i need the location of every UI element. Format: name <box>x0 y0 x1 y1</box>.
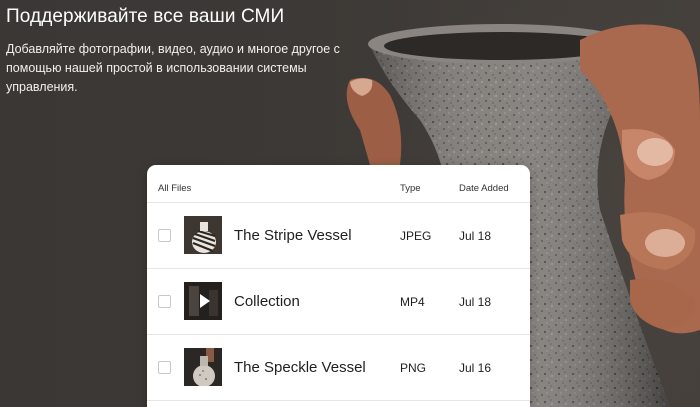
file-name[interactable]: The Speckle Vessel <box>234 359 366 376</box>
file-date: Jul 16 <box>459 361 492 375</box>
column-header-date[interactable]: Date Added <box>459 183 509 194</box>
file-name[interactable]: The Stripe Vessel <box>234 227 352 244</box>
striped-vase-thumbnail <box>184 216 222 254</box>
row-checkbox[interactable] <box>158 229 171 242</box>
file-type: PNG <box>400 361 427 375</box>
file-type: MP4 <box>400 295 425 309</box>
file-type: JPEG <box>400 229 432 243</box>
row-checkbox[interactable] <box>158 295 171 308</box>
column-header-type[interactable]: Type <box>400 183 421 194</box>
file-manager-card: All Files Type Date Added The Stripe Ves… <box>147 165 530 407</box>
video-thumbnail <box>184 282 222 320</box>
table-header: All Files Type Date Added <box>147 165 530 203</box>
column-header-name[interactable]: All Files <box>158 183 191 194</box>
table-row[interactable]: The Stripe Vessel JPEG Jul 18 <box>147 203 530 269</box>
page-description: Добавляйте фотографии, видео, аудио и мн… <box>6 42 340 94</box>
row-checkbox[interactable] <box>158 361 171 374</box>
page-title: Поддерживайте все ваши СМИ <box>6 6 285 27</box>
table-row[interactable]: The Speckle Vessel PNG Jul 16 <box>147 335 530 401</box>
table-row[interactable]: Collection MP4 Jul 18 <box>147 269 530 335</box>
speckled-vase-thumbnail <box>184 348 222 386</box>
file-date: Jul 18 <box>459 229 492 243</box>
file-date: Jul 18 <box>459 295 492 309</box>
file-name[interactable]: Collection <box>234 293 300 310</box>
